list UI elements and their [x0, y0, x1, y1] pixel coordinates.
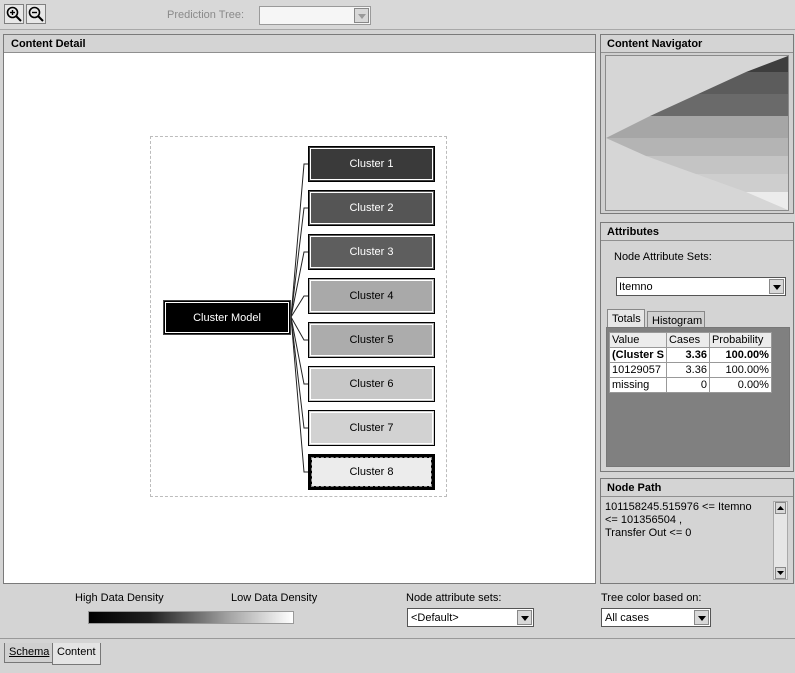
tree-color-value: All cases: [605, 612, 650, 624]
cell-value: (Cluster S: [609, 347, 667, 363]
tab-content[interactable]: Content: [52, 643, 101, 665]
tab-content-label: Content: [57, 646, 96, 658]
totals-table: Value Cases Probability (Cluster S 3.36 …: [609, 332, 772, 393]
prediction-tree-label: Prediction Tree:: [167, 9, 245, 21]
node-attribute-sets-bottom-dropdown[interactable]: <Default>: [407, 608, 534, 627]
cluster-node[interactable]: Cluster 8: [308, 454, 435, 490]
scroll-down-icon[interactable]: [775, 567, 786, 579]
table-row[interactable]: 10129057 3.36 100.00%: [609, 362, 772, 378]
high-density-label: High Data Density: [75, 592, 164, 604]
zoom-in-button[interactable]: [4, 4, 24, 24]
node-path-panel: Node Path 101158245.515976 <= Itemno <= …: [600, 478, 794, 584]
node-path-line: <= 101356504 ,: [605, 514, 683, 526]
tab-schema[interactable]: Schema: [4, 643, 55, 663]
cluster-node[interactable]: Cluster 1: [308, 146, 435, 182]
zoom-out-button[interactable]: [26, 4, 46, 24]
bottom-tab-strip: Schema Content: [0, 638, 795, 673]
cell-cases: 0: [665, 377, 710, 393]
attributes-panel: Attributes Node Attribute Sets: Itemno T…: [600, 222, 794, 472]
table-row[interactable]: (Cluster S 3.36 100.00%: [609, 347, 772, 363]
table-header-row: Value Cases Probability: [609, 332, 772, 348]
node-path-text: 101158245.515976 <= Itemno <= 101356504 …: [605, 501, 767, 540]
cell-value: 10129057: [609, 362, 667, 378]
tree-color-label: Tree color based on:: [601, 592, 702, 604]
node-attribute-sets-label: Node Attribute Sets:: [614, 251, 712, 263]
scroll-up-icon[interactable]: [775, 502, 786, 514]
zoom-out-icon: [28, 6, 44, 22]
node-attribute-sets-bottom-value: <Default>: [411, 612, 459, 624]
node-attribute-sets-dropdown[interactable]: Itemno: [616, 277, 786, 296]
low-density-label: Low Data Density: [231, 592, 318, 604]
cluster-node[interactable]: Cluster 7: [308, 410, 435, 446]
node-path-line: Transfer Out <= 0: [605, 527, 692, 539]
chevron-down-icon: [769, 279, 784, 294]
chevron-down-icon: [354, 8, 369, 23]
cluster-node[interactable]: Cluster 4: [308, 278, 435, 314]
cluster-node[interactable]: Cluster 5: [308, 322, 435, 358]
attributes-title: Attributes: [601, 223, 793, 241]
cluster-node[interactable]: Cluster 3: [308, 234, 435, 270]
cluster-connector: [290, 316, 308, 429]
node-path-title: Node Path: [601, 479, 793, 497]
tree-color-dropdown[interactable]: All cases: [601, 608, 711, 627]
column-header-probability[interactable]: Probability: [708, 332, 772, 348]
content-navigator-panel: Content Navigator: [600, 34, 794, 214]
cell-cases: 3.36: [665, 362, 710, 378]
tab-schema-label: Schema: [9, 646, 50, 658]
cluster-model-node[interactable]: Cluster Model: [163, 300, 291, 335]
chevron-down-icon: [694, 610, 709, 625]
node-path-scrollbar[interactable]: [773, 501, 788, 580]
cell-cases: 3.36: [665, 347, 710, 363]
cell-value: missing: [609, 377, 667, 393]
node-path-line: 101158245.515976 <= Itemno: [605, 501, 752, 513]
cluster-node[interactable]: Cluster 2: [308, 190, 435, 226]
chevron-down-icon: [517, 610, 532, 625]
tab-totals[interactable]: Totals: [607, 309, 645, 329]
node-attribute-sets-value: Itemno: [619, 281, 653, 293]
bottom-controls: High Data Density Low Data Density Node …: [0, 586, 795, 638]
navigator-overview[interactable]: [605, 55, 789, 211]
cell-probability: 0.00%: [708, 377, 772, 393]
toolbar: Prediction Tree:: [0, 0, 795, 30]
node-attribute-sets-bottom-label: Node attribute sets:: [406, 592, 502, 604]
cluster-connectors: [290, 163, 308, 473]
cell-probability: 100.00%: [708, 362, 772, 378]
column-header-cases[interactable]: Cases: [665, 332, 710, 348]
cluster-node[interactable]: Cluster 6: [308, 366, 435, 402]
zoom-in-icon: [6, 6, 22, 22]
content-navigator-title: Content Navigator: [601, 35, 793, 53]
column-header-value[interactable]: Value: [609, 332, 667, 348]
totals-tab-content: Value Cases Probability (Cluster S 3.36 …: [606, 327, 790, 467]
density-gradient-bar: [88, 611, 294, 624]
navigator-thumbnail: [606, 56, 788, 210]
cell-probability: 100.00%: [708, 347, 772, 363]
content-detail-panel: Content Detail Cluster Model Cluster 1 Cl…: [3, 34, 596, 584]
table-row[interactable]: missing 0 0.00%: [609, 377, 772, 393]
prediction-tree-dropdown[interactable]: [259, 6, 371, 25]
cluster-connector: [290, 207, 308, 318]
